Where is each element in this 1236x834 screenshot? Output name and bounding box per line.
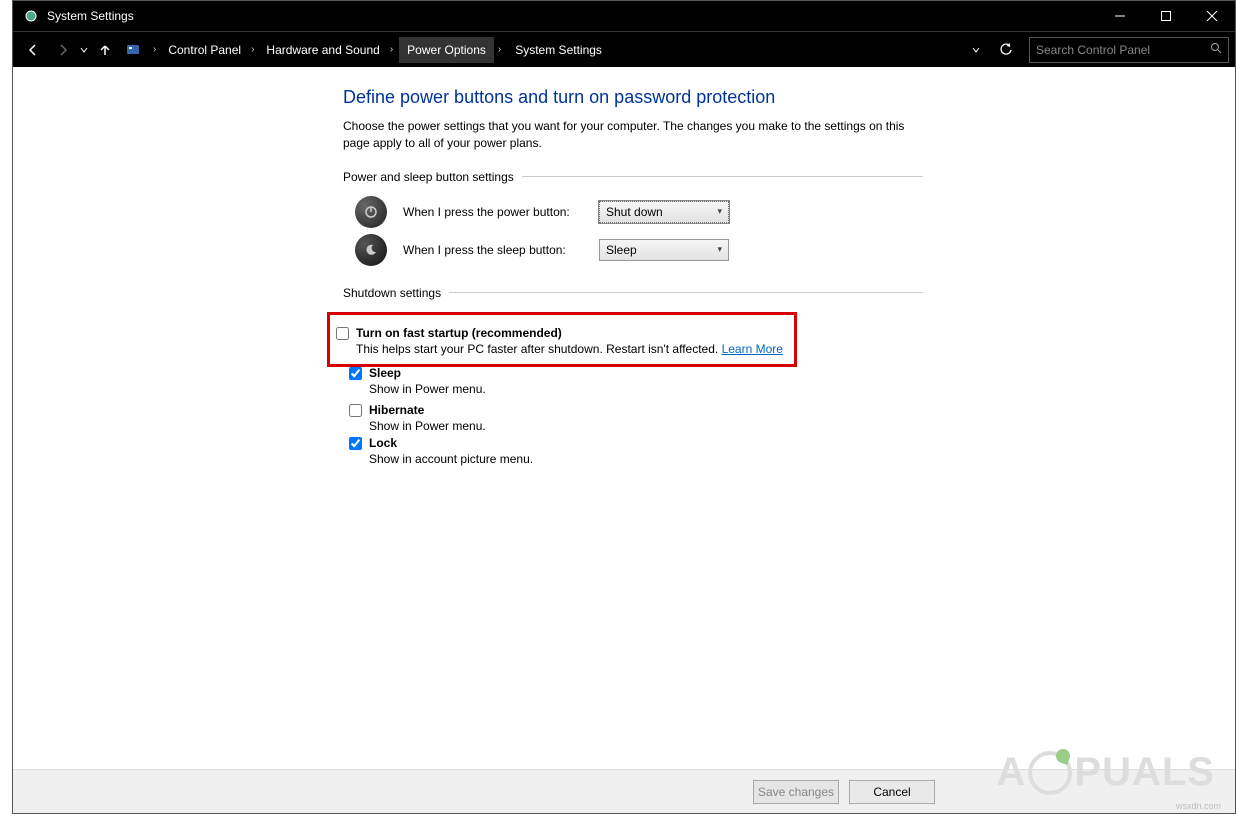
hibernate-row: Hibernate Show in Power menu. bbox=[369, 403, 923, 433]
minimize-button[interactable] bbox=[1097, 1, 1143, 31]
save-changes-button[interactable]: Save changes bbox=[753, 780, 839, 804]
app-icon bbox=[23, 8, 39, 24]
dropdown-value: Sleep bbox=[606, 243, 717, 257]
learn-more-link[interactable]: Learn More bbox=[722, 342, 783, 356]
sleep-checkbox[interactable] bbox=[349, 367, 362, 380]
lock-desc: Show in account picture menu. bbox=[369, 452, 923, 466]
lock-label: Lock bbox=[369, 436, 397, 450]
sleep-icon bbox=[355, 234, 387, 266]
source-site: wsxdn.com bbox=[1176, 801, 1221, 811]
forward-button[interactable] bbox=[49, 36, 77, 64]
sleep-desc: Show in Power menu. bbox=[369, 382, 923, 396]
sleep-label: Sleep bbox=[369, 366, 401, 380]
power-button-label: When I press the power button: bbox=[403, 205, 599, 219]
breadcrumb-root[interactable]: › bbox=[121, 36, 160, 64]
highlight-annotation: Turn on fast startup (recommended) This … bbox=[327, 312, 797, 367]
breadcrumb-hardware-sound[interactable]: Hardware and Sound › bbox=[260, 36, 397, 64]
fast-startup-label: Turn on fast startup (recommended) bbox=[356, 326, 562, 340]
chevron-right-icon: › bbox=[247, 44, 258, 55]
footer-bar: Save changes Cancel bbox=[13, 769, 1235, 813]
page-intro: Choose the power settings that you want … bbox=[343, 118, 923, 152]
window: System Settings › Control Panel › Hardwa… bbox=[12, 0, 1236, 814]
search-placeholder: Search Control Panel bbox=[1036, 43, 1210, 57]
control-panel-icon bbox=[121, 38, 145, 62]
sleep-row: Sleep Show in Power menu. bbox=[369, 366, 923, 396]
lock-checkbox[interactable] bbox=[349, 437, 362, 450]
search-icon bbox=[1210, 42, 1222, 57]
navbar: › Control Panel › Hardware and Sound › P… bbox=[13, 31, 1235, 67]
power-button-row: When I press the power button: Shut down… bbox=[355, 196, 923, 228]
chevron-right-icon: › bbox=[386, 44, 397, 55]
sleep-button-dropdown[interactable]: Sleep ▾ bbox=[599, 239, 729, 261]
breadcrumb-control-panel[interactable]: Control Panel › bbox=[162, 36, 258, 64]
chevron-down-icon: ▾ bbox=[717, 206, 722, 217]
address-dropdown-icon[interactable] bbox=[963, 36, 989, 64]
titlebar: System Settings bbox=[13, 1, 1235, 31]
chevron-right-icon: › bbox=[149, 44, 160, 55]
refresh-button[interactable] bbox=[991, 36, 1021, 64]
page-title: Define power buttons and turn on passwor… bbox=[343, 87, 923, 108]
chevron-right-icon: › bbox=[494, 44, 505, 55]
cancel-button[interactable]: Cancel bbox=[849, 780, 935, 804]
back-button[interactable] bbox=[19, 36, 47, 64]
close-button[interactable] bbox=[1189, 1, 1235, 31]
content-area: Define power buttons and turn on passwor… bbox=[13, 67, 1235, 813]
window-title: System Settings bbox=[47, 9, 1097, 23]
recent-dropdown-icon[interactable] bbox=[79, 46, 89, 54]
sleep-button-row: When I press the sleep button: Sleep ▾ bbox=[355, 234, 923, 266]
up-button[interactable] bbox=[91, 36, 119, 64]
breadcrumb-label: System Settings bbox=[507, 37, 610, 63]
power-button-dropdown[interactable]: Shut down ▾ bbox=[599, 201, 729, 223]
sleep-button-label: When I press the sleep button: bbox=[403, 243, 599, 257]
shutdown-section-header: Shutdown settings bbox=[343, 286, 923, 300]
lock-row: Lock Show in account picture menu. bbox=[369, 436, 923, 466]
maximize-button[interactable] bbox=[1143, 1, 1189, 31]
fast-startup-row: Turn on fast startup (recommended) This … bbox=[356, 326, 784, 356]
chevron-down-icon: ▾ bbox=[717, 244, 722, 255]
power-sleep-section-header: Power and sleep button settings bbox=[343, 170, 923, 184]
dropdown-value: Shut down bbox=[606, 205, 717, 219]
hibernate-checkbox[interactable] bbox=[349, 404, 362, 417]
breadcrumb-system-settings[interactable]: System Settings bbox=[507, 36, 610, 64]
fast-startup-checkbox[interactable] bbox=[336, 327, 349, 340]
breadcrumb-label: Control Panel bbox=[162, 43, 247, 57]
window-controls bbox=[1097, 1, 1235, 31]
power-icon bbox=[355, 196, 387, 228]
hibernate-label: Hibernate bbox=[369, 403, 424, 417]
fast-startup-desc: This helps start your PC faster after sh… bbox=[356, 342, 784, 356]
breadcrumb-label: Power Options bbox=[399, 37, 494, 63]
search-input[interactable]: Search Control Panel bbox=[1029, 37, 1229, 63]
breadcrumb-power-options[interactable]: Power Options › bbox=[399, 36, 505, 64]
hibernate-desc: Show in Power menu. bbox=[369, 419, 923, 433]
breadcrumb-label: Hardware and Sound bbox=[260, 43, 385, 57]
